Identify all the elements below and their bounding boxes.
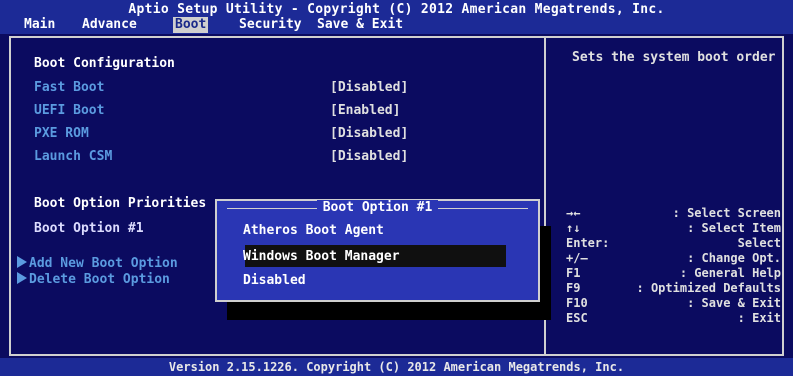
tab-boot[interactable]: Boot	[173, 17, 209, 33]
key-desc: Select	[737, 236, 781, 250]
boot-option-1-label[interactable]: Boot Option #1	[34, 221, 144, 236]
key-row-optimized-defaults: F9 : Optimized Defaults	[566, 281, 781, 296]
boot-option-popup: Boot Option #1 Atheros Boot Agent Window…	[215, 199, 540, 302]
pxe-rom-value[interactable]: [Disabled]	[330, 126, 408, 141]
header-bar: Aptio Setup Utility - Copyright (C) 2012…	[0, 0, 793, 34]
add-new-boot-option[interactable]: Add New Boot Option	[17, 256, 178, 271]
popup-option-atheros[interactable]: Atheros Boot Agent	[243, 223, 384, 238]
launch-csm-label[interactable]: Launch CSM	[34, 149, 112, 164]
key-name: F10	[566, 296, 588, 310]
key-desc: : Select Item	[687, 221, 781, 235]
launch-csm-value[interactable]: [Disabled]	[330, 149, 408, 164]
key-desc: : General Help	[679, 266, 781, 280]
triangle-right-icon	[17, 256, 27, 268]
uefi-boot-label[interactable]: UEFI Boot	[34, 103, 104, 118]
key-desc: : Save & Exit	[687, 296, 781, 310]
help-description: Sets the system boot order	[572, 50, 776, 65]
fast-boot-value[interactable]: [Disabled]	[330, 80, 408, 95]
footer-version: Version 2.15.1226. Copyright (C) 2012 Am…	[0, 358, 793, 376]
key-name: F1	[566, 266, 581, 280]
add-new-boot-option-label: Add New Boot Option	[29, 256, 178, 271]
arrows-left-right-icon: →←	[566, 206, 581, 220]
key-name: ESC	[566, 311, 588, 325]
key-row-general-help: F1 : General Help	[566, 266, 781, 281]
key-name: +/—	[566, 251, 588, 265]
delete-boot-option[interactable]: Delete Boot Option	[17, 272, 170, 287]
key-desc: : Select Screen	[672, 206, 781, 220]
uefi-boot-value[interactable]: [Enabled]	[330, 103, 400, 118]
key-row-exit: ESC : Exit	[566, 311, 781, 326]
key-desc: : Change Opt.	[687, 251, 781, 265]
key-row-save-exit: F10 : Save & Exit	[566, 296, 781, 311]
key-name: F9	[566, 281, 581, 295]
tab-security[interactable]: Security	[237, 17, 304, 33]
triangle-right-icon	[17, 272, 27, 284]
key-desc: : Optimized Defaults	[636, 281, 782, 295]
tab-save-exit[interactable]: Save & Exit	[315, 17, 405, 33]
popup-option-windows-boot-manager[interactable]: Windows Boot Manager	[243, 249, 400, 264]
popup-title: Boot Option #1	[217, 200, 538, 215]
section-boot-configuration: Boot Configuration	[34, 56, 175, 71]
fast-boot-label[interactable]: Fast Boot	[34, 80, 104, 95]
key-row-enter: Enter: Select	[566, 236, 781, 251]
tab-main[interactable]: Main	[22, 17, 57, 33]
pxe-rom-label[interactable]: PXE ROM	[34, 126, 89, 141]
tab-advance[interactable]: Advance	[80, 17, 139, 33]
key-row-select-screen: →← : Select Screen	[566, 206, 781, 221]
key-row-change-opt: +/— : Change Opt.	[566, 251, 781, 266]
key-row-select-item: ↑↓ : Select Item	[566, 221, 781, 236]
app-title: Aptio Setup Utility - Copyright (C) 2012…	[128, 2, 665, 17]
section-boot-option-priorities: Boot Option Priorities	[34, 196, 207, 211]
arrows-up-down-icon: ↑↓	[566, 221, 581, 235]
popup-option-disabled[interactable]: Disabled	[243, 273, 306, 288]
key-name: Enter:	[566, 236, 610, 250]
key-desc: : Exit	[737, 311, 781, 325]
delete-boot-option-label: Delete Boot Option	[29, 272, 170, 287]
